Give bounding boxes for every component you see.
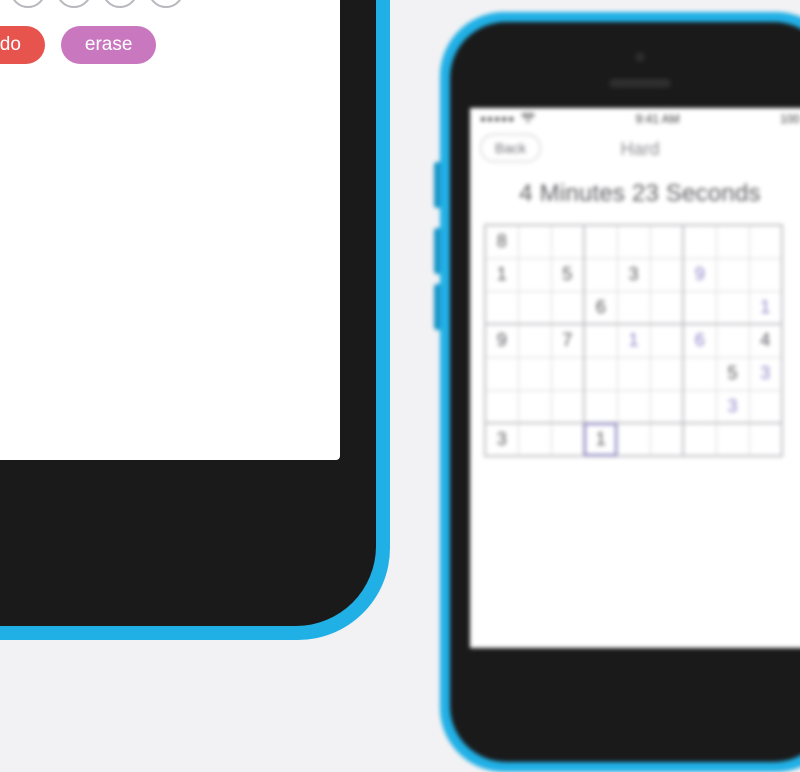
- cell[interactable]: [518, 357, 551, 390]
- numkey-6[interactable]: 6: [10, 0, 46, 8]
- cell[interactable]: [617, 225, 650, 258]
- erase-button[interactable]: erase: [61, 26, 157, 64]
- wifi-icon: [521, 112, 535, 126]
- cell[interactable]: [485, 357, 518, 390]
- cell[interactable]: [716, 258, 749, 291]
- cell[interactable]: [683, 390, 716, 423]
- cell[interactable]: [584, 390, 617, 423]
- numkey-9[interactable]: 9: [148, 0, 184, 8]
- cell[interactable]: [551, 390, 584, 423]
- status-bar: ●●●●● 9:41 AM 100: [470, 108, 800, 130]
- redo-button[interactable]: redo: [0, 26, 45, 64]
- cell[interactable]: 1: [617, 324, 650, 357]
- cell[interactable]: [716, 225, 749, 258]
- cell[interactable]: [617, 390, 650, 423]
- back-button[interactable]: Back: [480, 134, 541, 162]
- mute-switch-icon: [434, 162, 440, 208]
- cell[interactable]: 9: [485, 324, 518, 357]
- cell[interactable]: [584, 225, 617, 258]
- cell[interactable]: 4: [749, 324, 782, 357]
- cell[interactable]: 5: [716, 357, 749, 390]
- cell[interactable]: [485, 291, 518, 324]
- cell[interactable]: 7: [551, 324, 584, 357]
- cell[interactable]: [650, 258, 683, 291]
- cell[interactable]: [650, 324, 683, 357]
- action-row: undo redo erase: [0, 26, 156, 64]
- cell[interactable]: [551, 291, 584, 324]
- cell[interactable]: [683, 423, 716, 456]
- cell[interactable]: [749, 390, 782, 423]
- cell[interactable]: 8: [485, 225, 518, 258]
- timer-label: 4 Minutes 23 Seconds: [470, 180, 800, 208]
- sensor-icon: [635, 52, 645, 62]
- cell[interactable]: [584, 324, 617, 357]
- cell[interactable]: [617, 357, 650, 390]
- cell[interactable]: [749, 258, 782, 291]
- cell[interactable]: [683, 225, 716, 258]
- cell[interactable]: 6: [584, 291, 617, 324]
- speaker-icon: [608, 76, 672, 88]
- cell[interactable]: [518, 258, 551, 291]
- cell[interactable]: [650, 390, 683, 423]
- cell[interactable]: [683, 291, 716, 324]
- cell[interactable]: [716, 324, 749, 357]
- cell[interactable]: [518, 324, 551, 357]
- volume-down-icon: [434, 284, 440, 330]
- signal-icon: ●●●●●: [480, 114, 515, 125]
- cell[interactable]: 1: [485, 258, 518, 291]
- cell[interactable]: [650, 225, 683, 258]
- cell[interactable]: [650, 291, 683, 324]
- cell[interactable]: [716, 291, 749, 324]
- cell[interactable]: [749, 225, 782, 258]
- cell[interactable]: [584, 258, 617, 291]
- battery-label: 100: [780, 112, 800, 126]
- cell[interactable]: 1: [584, 423, 617, 456]
- cell[interactable]: 3: [485, 423, 518, 456]
- number-pad: 23456789: [0, 0, 184, 8]
- phone-right: ●●●●● 9:41 AM 100 Back Hard 4 Minutes 23…: [440, 12, 800, 732]
- cell[interactable]: [749, 423, 782, 456]
- numkey-7[interactable]: 7: [56, 0, 92, 8]
- cell[interactable]: [518, 291, 551, 324]
- phone-left-screen: 71641454919748546915956266231 23456789 u…: [0, 0, 340, 460]
- sudoku-board[interactable]: 81539619716453331: [484, 224, 783, 457]
- numkey-8[interactable]: 8: [102, 0, 138, 8]
- cell[interactable]: [650, 423, 683, 456]
- cell[interactable]: [485, 390, 518, 423]
- cell[interactable]: [716, 423, 749, 456]
- cell[interactable]: [551, 225, 584, 258]
- cell[interactable]: 1: [749, 291, 782, 324]
- cell[interactable]: [551, 423, 584, 456]
- difficulty-label: Hard: [620, 139, 659, 160]
- cell[interactable]: [518, 225, 551, 258]
- cell[interactable]: [650, 357, 683, 390]
- cell[interactable]: [518, 390, 551, 423]
- cell[interactable]: [617, 291, 650, 324]
- cell[interactable]: 6: [683, 324, 716, 357]
- cell[interactable]: 3: [749, 357, 782, 390]
- cell[interactable]: 5: [551, 258, 584, 291]
- cell[interactable]: [551, 357, 584, 390]
- cell[interactable]: 9: [683, 258, 716, 291]
- cell[interactable]: 3: [617, 258, 650, 291]
- cell[interactable]: 3: [716, 390, 749, 423]
- cell[interactable]: [683, 357, 716, 390]
- phone-right-screen: ●●●●● 9:41 AM 100 Back Hard 4 Minutes 23…: [470, 108, 800, 648]
- screen-header: Back Hard: [470, 130, 800, 168]
- clock-label: 9:41 AM: [636, 112, 680, 126]
- volume-up-icon: [434, 228, 440, 274]
- cell[interactable]: [518, 423, 551, 456]
- cell[interactable]: [617, 423, 650, 456]
- cell[interactable]: [584, 357, 617, 390]
